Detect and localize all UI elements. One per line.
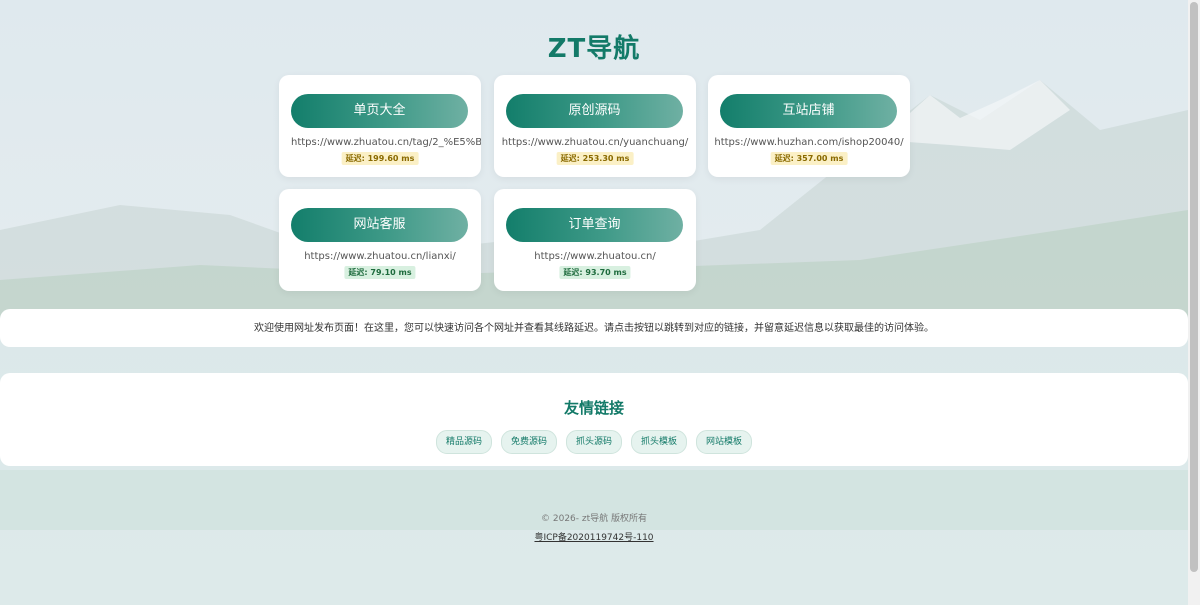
link-card: 单页大全 https://www.zhuatou.cn/tag/2_%E5%BC…	[279, 75, 481, 177]
link-card: 订单查询 https://www.zhuatou.cn/ 延迟: 93.70 m…	[494, 189, 696, 291]
friend-link[interactable]: 免费源码	[500, 430, 557, 454]
latency-badge: 延迟: 199.60 ms	[341, 152, 419, 165]
friend-link[interactable]: 精品源码	[435, 430, 492, 454]
link-button[interactable]: 单页大全	[291, 94, 468, 128]
intro-banner: 欢迎使用网址发布页面！在这里，您可以快速访问各个网址并查看其线路延迟。请点击按钮…	[0, 309, 1188, 347]
site-title: ZT导航	[547, 34, 641, 64]
page: ZT导航 单页大全 https://www.zhuatou.cn/tag/2_%…	[0, 0, 1188, 605]
link-card: 原创源码 https://www.zhuatou.cn/yuanchuang/ …	[494, 75, 696, 177]
link-button[interactable]: 网站客服	[291, 208, 468, 242]
vertical-scrollbar[interactable]	[1188, 0, 1200, 605]
latency-badge: 延迟: 79.10 ms	[344, 266, 416, 279]
link-button[interactable]: 订单查询	[506, 208, 683, 242]
latency-badge: 延迟: 357.00 ms	[770, 152, 848, 165]
link-button[interactable]: 互站店铺	[720, 94, 897, 128]
link-card: 互站店铺 https://www.huzhan.com/ishop20040/ …	[708, 75, 910, 177]
card-url: https://www.zhuatou.cn/	[534, 251, 656, 262]
friend-link[interactable]: 网站模板	[696, 430, 753, 454]
link-button[interactable]: 原创源码	[506, 94, 683, 128]
card-url: https://www.zhuatou.cn/lianxi/	[304, 251, 456, 262]
card-url: https://www.huzhan.com/ishop20040/	[714, 137, 904, 148]
friend-link[interactable]: 抓头模板	[631, 430, 688, 454]
friend-link[interactable]: 抓头源码	[565, 430, 622, 454]
link-card: 网站客服 https://www.zhuatou.cn/lianxi/ 延迟: …	[279, 189, 481, 291]
latency-badge: 延迟: 253.30 ms	[556, 152, 634, 165]
card-url: https://www.zhuatou.cn/tag/2_%E5%BC	[291, 137, 481, 148]
friend-links-title: 友情链接	[563, 399, 624, 417]
friend-links-panel: 友情链接 精品源码 免费源码 抓头源码 抓头模板 网站模板	[0, 373, 1188, 466]
icp-link[interactable]: 粤ICP备2020119742号-110	[534, 533, 653, 543]
friend-links-list: 精品源码 免费源码 抓头源码 抓头模板 网站模板	[0, 430, 1188, 454]
latency-badge: 延迟: 93.70 ms	[559, 266, 631, 279]
scrollbar-thumb[interactable]	[1190, 2, 1198, 572]
footer-icp-wrapper: 粤ICP备2020119742号-110	[0, 530, 1188, 543]
footer-copyright: © 2026- zt导航 版权所有	[541, 514, 647, 524]
card-url: https://www.zhuatou.cn/yuanchuang/	[501, 137, 689, 148]
